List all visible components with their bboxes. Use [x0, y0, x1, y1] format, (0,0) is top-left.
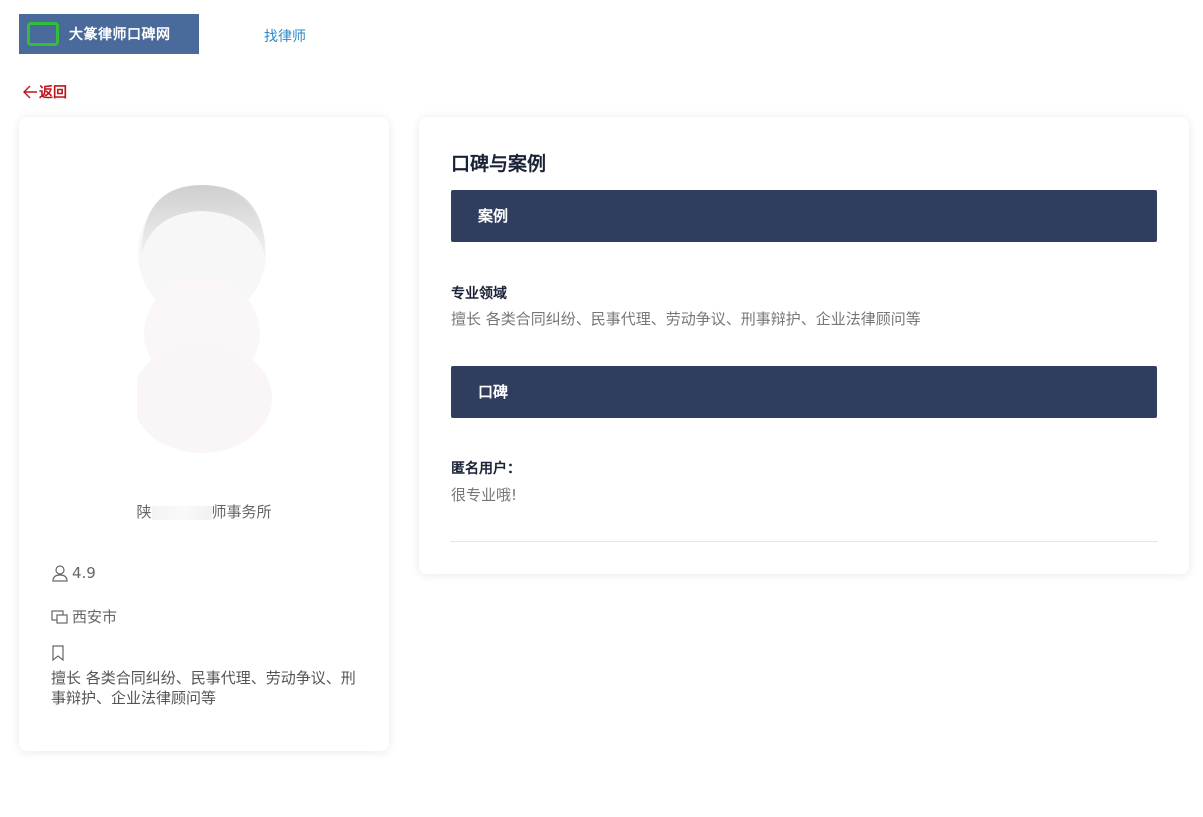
divider — [450, 541, 1158, 542]
lawyer-profile-card: 陕 师事务所 4.9 西安市 擅长 各类合同纠纷、民事代理、劳动争议、刑事辩护、企… — [19, 117, 389, 751]
review-text: 很专业哦! — [451, 486, 518, 504]
back-button[interactable]: 返回 — [22, 82, 67, 102]
law-firm-name: 陕 师事务所 — [19, 501, 389, 522]
firm-prefix: 陕 — [136, 503, 152, 521]
specialty-tag-row — [51, 645, 68, 661]
firm-name-blur — [151, 505, 212, 520]
logo-text: 大篆律师口碑网 — [69, 27, 171, 43]
arrow-left-icon — [23, 85, 37, 99]
city-row: 西安市 — [51, 606, 117, 627]
firm-suffix: 师事务所 — [211, 503, 272, 521]
location-icon — [51, 609, 68, 624]
rating-row: 4.9 — [51, 564, 96, 582]
lawyer-avatar — [137, 185, 272, 453]
panel-title: 口碑与案例 — [451, 153, 547, 175]
user-icon — [52, 565, 68, 582]
bookmark-icon — [52, 645, 64, 661]
logo-mark-icon — [27, 22, 59, 46]
rating-value: 4.9 — [72, 564, 96, 582]
top-bar: 大篆律师口碑网 找律师 — [0, 0, 1203, 70]
field-label: 专业领域 — [451, 286, 507, 302]
back-label: 返回 — [39, 85, 67, 101]
reviewer-name: 匿名用户： — [451, 461, 521, 477]
site-logo[interactable]: 大篆律师口碑网 — [19, 14, 199, 54]
reviews-cases-panel: 口碑与案例 案例 专业领域 擅长 各类合同纠纷、民事代理、劳动争议、刑事辩护、企… — [419, 117, 1189, 574]
nav-find-lawyer-link[interactable]: 找律师 — [264, 26, 306, 46]
specialty-description: 擅长 各类合同纠纷、民事代理、劳动争议、刑事辩护、企业法律顾问等 — [51, 669, 356, 707]
city-value: 西安市 — [72, 608, 118, 626]
review-section-bar[interactable]: 口碑 — [451, 366, 1157, 418]
case-section-bar[interactable]: 案例 — [451, 190, 1157, 242]
field-text: 擅长 各类合同纠纷、民事代理、劳动争议、刑事辩护、企业法律顾问等 — [451, 310, 921, 328]
